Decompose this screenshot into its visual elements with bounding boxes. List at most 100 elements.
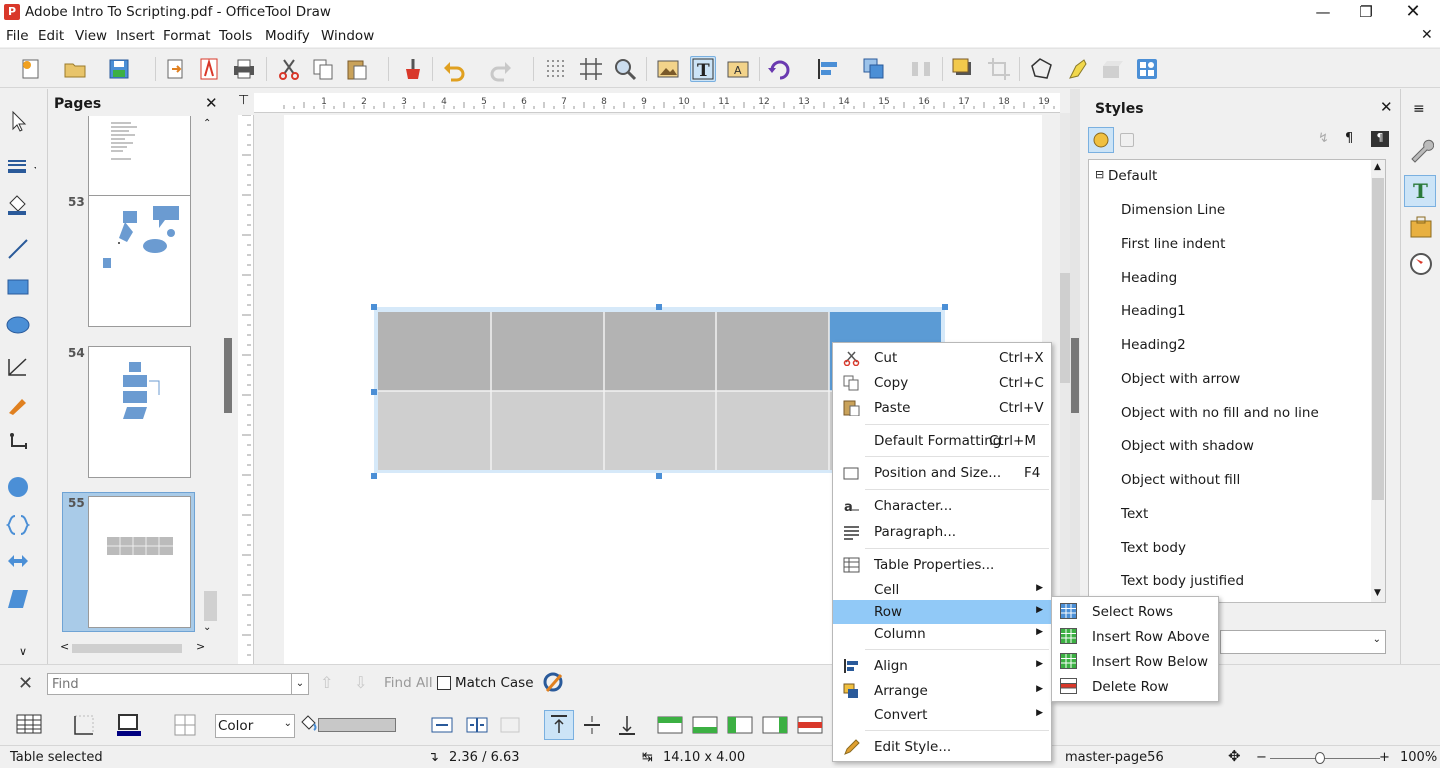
match-case-checkbox[interactable]	[437, 676, 451, 690]
menu-item-select-rows[interactable]: Select Rows	[1052, 599, 1218, 623]
resize-handle[interactable]	[942, 304, 948, 310]
align-objects-icon[interactable]	[815, 56, 841, 82]
styles-splitter[interactable]	[1070, 89, 1080, 664]
presentation-styles-icon[interactable]	[1120, 133, 1134, 147]
paste-icon[interactable]	[344, 56, 370, 82]
menu-insert[interactable]: Insert	[116, 28, 155, 44]
menu-item-arrange[interactable]: Arrange ▶	[833, 679, 1051, 703]
line-tool-icon[interactable]	[6, 237, 32, 261]
menu-item-character[interactable]: a Character...	[833, 494, 1051, 518]
insert-text-box-icon[interactable]: T	[690, 56, 716, 82]
style-item[interactable]: Object without fill	[1121, 472, 1240, 488]
insert-fontwork-icon[interactable]: A	[725, 56, 751, 82]
rotate-icon[interactable]	[767, 56, 793, 82]
styles-tab-icon[interactable]: T	[1404, 175, 1436, 207]
pages-hscrollbar[interactable]: < >	[56, 640, 206, 656]
undo-icon[interactable]	[441, 56, 467, 82]
page-thumbnail[interactable]	[88, 346, 191, 478]
tab-stop-icon[interactable]: ⊤	[238, 93, 249, 108]
fit-page-icon[interactable]: ✥	[1228, 747, 1241, 765]
menu-item-align[interactable]: Align ▶	[833, 654, 1051, 678]
find-next-icon[interactable]: ⇩	[354, 673, 367, 692]
line-color-icon[interactable]	[6, 153, 40, 177]
navigator-icon[interactable]	[1408, 251, 1434, 281]
resize-handle[interactable]	[371, 389, 377, 395]
print-icon[interactable]	[231, 56, 257, 82]
menu-item-insert-row-above[interactable]: Insert Row Above	[1052, 624, 1218, 648]
symbol-shapes-icon[interactable]	[5, 513, 32, 537]
more-tools-chevron-icon[interactable]: ∨	[19, 645, 27, 658]
new-document-icon[interactable]	[18, 56, 44, 82]
insert-columns-before-icon[interactable]	[727, 713, 753, 741]
zoom-out-icon[interactable]: −	[1256, 750, 1267, 765]
find-previous-icon[interactable]: ⇧	[320, 673, 333, 692]
close-find-icon[interactable]: ✕	[18, 673, 33, 694]
menu-file[interactable]: File	[6, 28, 29, 44]
fill-bucket-icon[interactable]	[300, 715, 318, 737]
find-history-chevron-icon[interactable]: ⌄	[291, 674, 308, 694]
styles-scrollbar[interactable]: ▲ ▼	[1371, 160, 1385, 602]
menu-item-convert[interactable]: Convert ▶	[833, 703, 1051, 727]
export-icon[interactable]	[162, 56, 188, 82]
split-cells-icon[interactable]	[465, 713, 489, 741]
extrusion-icon[interactable]	[1099, 56, 1125, 82]
page-thumbnail-current[interactable]	[88, 496, 191, 628]
merge-cells-icon[interactable]	[430, 713, 454, 741]
insert-rows-below-icon[interactable]	[692, 713, 718, 741]
zoom-slider-handle[interactable]	[1315, 752, 1325, 764]
scroll-left-icon[interactable]: <	[60, 640, 69, 653]
menu-format[interactable]: Format	[163, 28, 211, 44]
grid-icon[interactable]	[543, 56, 569, 82]
style-item[interactable]: Object with arrow	[1121, 371, 1240, 387]
style-item[interactable]: First line indent	[1121, 236, 1225, 252]
style-item[interactable]: Heading1	[1121, 303, 1186, 319]
copy-icon[interactable]	[310, 56, 336, 82]
menu-item-position-and-size[interactable]: Position and Size... F4	[833, 461, 1051, 485]
menu-item-row[interactable]: Row ▶	[833, 600, 1051, 624]
open-folder-icon[interactable]	[62, 56, 88, 82]
shadow-icon[interactable]	[950, 56, 976, 82]
insert-columns-after-icon[interactable]	[762, 713, 788, 741]
menu-item-paste[interactable]: Paste Ctrl+V	[833, 396, 1051, 420]
new-style-icon[interactable]: ¶	[1345, 131, 1353, 146]
close-document-button[interactable]: ✕	[1421, 27, 1433, 43]
style-item[interactable]: Object with shadow	[1121, 438, 1254, 454]
save-icon[interactable]	[106, 56, 132, 82]
scroll-up-icon[interactable]: ▲	[1374, 162, 1381, 172]
cell-border-style-icon[interactable]	[173, 713, 197, 741]
scroll-thumb[interactable]	[204, 591, 217, 621]
style-filter-dropdown[interactable]: ⌄	[1220, 630, 1386, 654]
menu-item-cell[interactable]: Cell ▶	[833, 578, 1051, 602]
points-icon[interactable]	[1028, 56, 1054, 82]
update-style-icon[interactable]: ¶	[1371, 131, 1389, 147]
border-color-icon[interactable]	[117, 713, 143, 741]
rectangle-tool-icon[interactable]	[6, 275, 32, 299]
resize-handle[interactable]	[656, 473, 662, 479]
menu-tools[interactable]: Tools	[219, 28, 252, 44]
find-input[interactable]	[47, 673, 309, 695]
resize-handle[interactable]	[371, 473, 377, 479]
menu-item-default-formatting[interactable]: Default Formatting Ctrl+M	[833, 429, 1051, 453]
collapse-tree-icon[interactable]: ⊟	[1095, 168, 1104, 181]
style-item[interactable]: Heading	[1121, 270, 1177, 286]
cut-icon[interactable]	[276, 56, 302, 82]
zoom-level[interactable]: 100%	[1400, 750, 1437, 765]
menu-modify[interactable]: Modify	[265, 28, 310, 44]
basic-shapes-icon[interactable]	[6, 475, 32, 499]
horizontal-ruler[interactable]: 1 2 3 4 5 6 7 8 9 10 11 12 13 14 15 16 17 18 19	[254, 93, 1060, 113]
vertical-ruler[interactable]	[238, 114, 254, 664]
graphics-styles-icon[interactable]	[1088, 127, 1114, 153]
zoom-icon[interactable]	[612, 56, 638, 82]
lines-arrows-icon[interactable]	[6, 355, 32, 379]
clone-formatting-icon[interactable]	[400, 56, 426, 82]
style-item[interactable]: Dimension Line	[1121, 202, 1225, 218]
page-thumbnail[interactable]	[88, 116, 191, 204]
align-top-icon[interactable]	[544, 710, 574, 740]
zoom-slider[interactable]	[1270, 758, 1380, 759]
menu-item-edit-style[interactable]: Edit Style...	[833, 735, 1051, 759]
styles-scroll-thumb[interactable]	[1372, 178, 1384, 500]
style-item[interactable]: Text	[1121, 506, 1148, 522]
resize-handle[interactable]	[656, 304, 662, 310]
insert-image-icon[interactable]	[655, 56, 681, 82]
delete-rows-icon[interactable]	[797, 713, 823, 741]
